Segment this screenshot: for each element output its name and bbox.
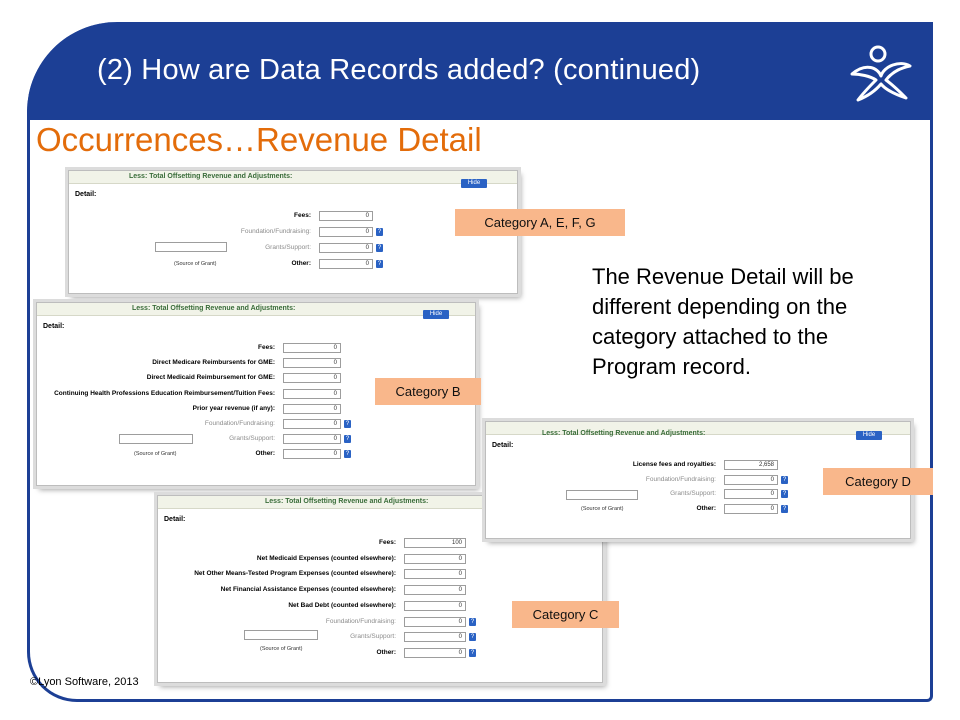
amount-input[interactable]: 0 — [404, 600, 466, 611]
amount-input[interactable]: 0 — [319, 211, 373, 221]
panel-heading: Less: Total Offsetting Revenue and Adjus… — [129, 173, 293, 180]
amount-input[interactable]: 0 — [283, 449, 341, 460]
copyright-notice: ©Lyon Software, 2013 — [30, 676, 139, 688]
hide-button[interactable]: Hide — [856, 431, 882, 440]
category-tag-d: Category D — [823, 468, 933, 495]
panel-heading: Less: Total Offsetting Revenue and Adjus… — [132, 305, 296, 312]
field-label: Continuing Health Professions Education … — [54, 389, 275, 397]
source-of-grant-label: (Source of Grant) — [134, 451, 177, 457]
help-icon[interactable]: ? — [781, 490, 788, 499]
field-label: Grants/Support: — [229, 435, 275, 443]
help-icon[interactable]: ? — [344, 435, 351, 444]
help-icon[interactable]: ? — [376, 244, 383, 252]
amount-input[interactable]: 0 — [283, 403, 341, 414]
section-title: Occurrences…Revenue Detail — [36, 121, 482, 158]
field-label: Grants/Support: — [265, 244, 311, 251]
amount-input[interactable]: 100 — [404, 538, 466, 548]
source-of-grant-input[interactable] — [119, 434, 193, 444]
help-icon[interactable]: ? — [344, 420, 351, 428]
panel-heading: Less: Total Offsetting Revenue and Adjus… — [542, 430, 706, 437]
help-icon[interactable]: ? — [376, 228, 383, 236]
help-icon[interactable]: ? — [781, 504, 788, 513]
amount-input[interactable]: 0 — [724, 489, 778, 500]
field-label: Other: — [255, 450, 276, 458]
source-of-grant-label: (Source of Grant) — [174, 261, 217, 267]
amount-input[interactable]: 0 — [404, 553, 466, 564]
detail-label: Detail: — [164, 516, 186, 523]
amount-input[interactable]: 2,658 — [724, 460, 778, 470]
amount-input[interactable]: 0 — [404, 632, 466, 643]
slide-title: (2) How are Data Records added? (continu… — [97, 54, 701, 86]
field-label: Net Other Means-Tested Program Expenses … — [194, 570, 396, 578]
category-tag-c: Category C — [512, 601, 619, 628]
detail-label: Detail: — [75, 191, 97, 198]
hide-button[interactable]: Hide — [461, 179, 487, 188]
field-label: License fees and royalties: — [632, 461, 716, 468]
amount-input[interactable]: 0 — [404, 569, 466, 580]
amount-input[interactable]: 0 — [724, 474, 778, 485]
field-label: Other: — [696, 504, 717, 512]
amount-input[interactable]: 0 — [319, 227, 373, 237]
field-label: Net Medicaid Expenses (counted elsewhere… — [256, 554, 396, 562]
help-icon[interactable]: ? — [344, 450, 351, 459]
amount-input[interactable]: 0 — [404, 647, 466, 658]
amount-input[interactable]: 0 — [283, 343, 341, 353]
lyon-software-logo-icon — [850, 45, 912, 102]
field-label: Other: — [376, 648, 397, 656]
source-of-grant-input[interactable] — [244, 630, 318, 640]
amount-input[interactable]: 0 — [724, 503, 778, 514]
field-label: Foundation/Fundraising: — [240, 228, 311, 235]
amount-input[interactable]: 0 — [319, 243, 373, 253]
field-label: Fees: — [258, 344, 275, 351]
amount-input[interactable]: 0 — [404, 616, 466, 627]
amount-input[interactable]: 0 — [319, 259, 373, 269]
field-label: Foundation/Fundraising: — [645, 475, 716, 483]
field-label: Grants/Support: — [350, 633, 396, 641]
detail-label: Detail: — [492, 442, 514, 449]
field-label: Other: — [291, 260, 312, 267]
field-label: Prior year revenue (if any): — [192, 404, 275, 412]
help-icon[interactable]: ? — [469, 633, 476, 642]
amount-input[interactable]: 0 — [283, 434, 341, 445]
field-label: Net Bad Debt (counted elsewhere): — [288, 601, 396, 609]
source-of-grant-input[interactable] — [566, 490, 638, 500]
field-label: Grants/Support: — [670, 490, 716, 498]
amount-input[interactable]: 0 — [404, 585, 466, 596]
detail-label: Detail: — [43, 323, 65, 330]
field-label: Net Financial Assistance Expenses (count… — [220, 586, 396, 594]
help-icon[interactable]: ? — [469, 617, 476, 626]
help-icon[interactable]: ? — [781, 475, 788, 484]
help-icon[interactable]: ? — [376, 260, 383, 268]
field-label: Fees: — [294, 212, 311, 219]
revenue-detail-panel-a: Less: Total Offsetting Revenue and Adjus… — [68, 170, 518, 294]
amount-input[interactable]: 0 — [283, 358, 341, 369]
source-of-grant-input[interactable] — [155, 242, 227, 252]
field-label: Direct Medicaid Reimbursement for GME: — [146, 374, 275, 382]
category-tag-a: Category A, E, F, G — [455, 209, 625, 236]
help-icon[interactable]: ? — [469, 648, 476, 657]
amount-input[interactable]: 0 — [283, 373, 341, 384]
revenue-detail-description: The Revenue Detail will be different dep… — [592, 264, 854, 379]
field-label: Foundation/Fundraising: — [325, 617, 396, 625]
hide-button[interactable]: Hide — [423, 310, 449, 319]
source-of-grant-label: (Source of Grant) — [260, 646, 303, 652]
field-label: Fees: — [379, 539, 396, 546]
field-label: Foundation/Fundraising: — [204, 420, 275, 427]
category-tag-b: Category B — [375, 378, 481, 405]
field-label: Direct Medicare Reimbursents for GME: — [152, 359, 275, 367]
panel-heading: Less: Total Offsetting Revenue and Adjus… — [265, 498, 429, 505]
amount-input[interactable]: 0 — [283, 419, 341, 429]
source-of-grant-label: (Source of Grant) — [581, 506, 624, 512]
amount-input[interactable]: 0 — [283, 388, 341, 399]
